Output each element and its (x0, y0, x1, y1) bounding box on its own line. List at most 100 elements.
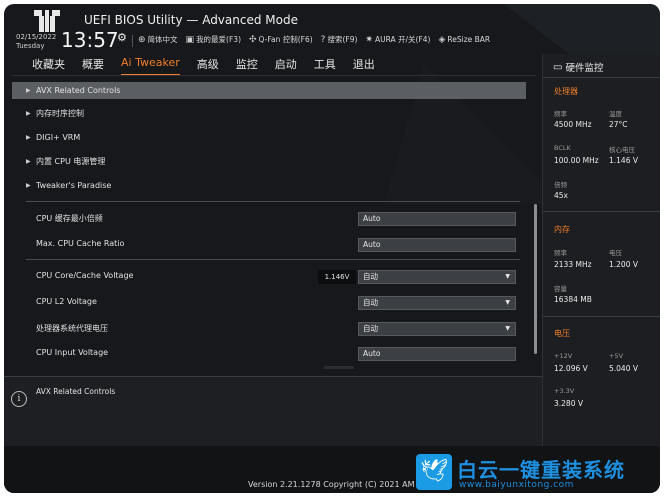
toolbar-item-label: AURA 开/关(F4) (374, 35, 431, 44)
tab-2[interactable]: Ai Tweaker (121, 56, 180, 75)
toolbar-item-fan[interactable]: ✣ Q-Fan 控制(F6) (249, 34, 313, 45)
chevron-down-icon: ▼ (505, 273, 510, 280)
setting-value-field[interactable]: Auto (358, 238, 516, 252)
info-icon: i (11, 391, 27, 407)
cpu-freq-value: 4500 MHz (554, 120, 592, 129)
mem-volt-label: 电压 (609, 249, 622, 257)
v33-label: +3.3V (554, 387, 575, 395)
v5-value: 5.040 V (609, 364, 638, 373)
toolbar-separator (132, 35, 133, 47)
section-divider (26, 201, 520, 202)
submenu-item[interactable]: ▶ DIGI+ VRM (12, 129, 526, 146)
setting-value: 自动 (363, 324, 378, 333)
submenu-item-label: 内存时序控制 (36, 109, 84, 118)
setting-label: CPU Input Voltage (36, 348, 109, 357)
tab-3[interactable]: 高级 (197, 56, 219, 75)
tab-6[interactable]: 工具 (314, 56, 336, 75)
mem-freq-label: 频率 (554, 249, 567, 257)
bird-logo-icon: 🕊 (416, 454, 452, 490)
monitor-title-divider (543, 77, 660, 78)
setting-value: Auto (363, 349, 381, 358)
gear-icon[interactable]: ⚙ (117, 31, 127, 44)
v12-label: +12V (554, 352, 573, 360)
toolbar-item-search[interactable]: ? 搜索(F9) (321, 34, 358, 45)
mem-capacity-label: 容量 (554, 285, 567, 293)
tab-1[interactable]: 概要 (82, 56, 104, 75)
setting-value: Auto (363, 214, 381, 223)
toolbar-item-label: ReSize BAR (447, 35, 491, 44)
scrollbar[interactable] (534, 204, 537, 354)
copyright-text: Version 2.21.1278 Copyright (C) 2021 AM (248, 480, 415, 489)
submenu-item-label: 内置 CPU 电源管理 (36, 157, 106, 166)
aura-icon: ✷ (365, 34, 373, 45)
toolbar: ⊕ 简体中文 ▣ 我的最爱(F3) ✣ Q-Fan 控制(F6) ? 搜索(F9) ✷ AURA … (138, 34, 490, 45)
setting-dropdown[interactable]: 自动 ▼ (358, 322, 516, 336)
mem-freq-value: 2133 MHz (554, 260, 592, 269)
tab-0[interactable]: 收藏夹 (32, 56, 65, 75)
submenu-item[interactable]: ▶ Tweaker's Paradise (12, 177, 526, 194)
submenu-item[interactable]: ▶ 内置 CPU 电源管理 (12, 153, 526, 170)
processor-heading: 处理器 (554, 87, 578, 96)
hardware-monitor-panel: ▭ 硬件监控 处理器 频率 温度 4500 MHz 27°C BCLK 核心电压… (542, 54, 660, 446)
chevron-down-icon: ▼ (505, 299, 510, 306)
setting-dropdown[interactable]: 自动 ▼ (358, 296, 516, 310)
cpu-temp-label: 温度 (609, 110, 622, 118)
core-voltage-value: 1.146 V (609, 156, 638, 165)
fan-icon: ✣ (249, 34, 257, 45)
setting-value-field[interactable]: Auto (358, 212, 516, 226)
ratio-label: 倍频 (554, 181, 567, 189)
tab-5[interactable]: 启动 (275, 56, 297, 75)
toolbar-item-favorites[interactable]: ▣ 我的最爱(F3) (186, 34, 241, 45)
chevron-right-icon: ▶ (26, 134, 31, 141)
processor-divider (543, 211, 660, 212)
toolbar-item-label: 简体中文 (147, 35, 178, 44)
setting-label: Max. CPU Cache Ratio (36, 239, 125, 248)
section-divider (26, 259, 520, 260)
app-title: UEFI BIOS Utility — Advanced Mode (84, 13, 298, 27)
favorites-icon: ▣ (185, 34, 195, 45)
watermark-url: www.baiyunxitong.com (459, 480, 574, 490)
setting-value: 自动 (363, 272, 378, 281)
submenu-item-label: AVX Related Controls (36, 86, 121, 95)
toolbar-item-label: 我的最爱(F3) (196, 35, 241, 44)
globe-icon: ⊕ (138, 34, 146, 45)
setting-label: CPU Core/Cache Voltage (36, 271, 134, 280)
submenu-item-label: DIGI+ VRM (36, 133, 81, 142)
submenu-item[interactable]: ▶ 内存时序控制 (12, 105, 526, 122)
resize-bar-icon: ◈ (438, 34, 446, 45)
monitor-title-text: 硬件监控 (565, 63, 604, 74)
help-text: AVX Related Controls (36, 387, 116, 396)
submenu-item[interactable]: ▶ AVX Related Controls (12, 82, 526, 99)
tab-4[interactable]: 监控 (236, 56, 258, 75)
watermark-brand: 白云一键重装系统 (457, 458, 625, 482)
setting-value: 自动 (363, 298, 378, 307)
bclk-label: BCLK (554, 144, 571, 152)
bios-window: UEFI BIOS Utility — Advanced Mode 02/15/… (4, 4, 660, 493)
memory-divider (543, 316, 660, 317)
chevron-down-icon: ▼ (505, 325, 510, 332)
cpu-temp-value: 27°C (609, 120, 628, 129)
voltage-readout: 1.146V (318, 270, 356, 284)
search-icon: ? (320, 34, 326, 45)
tab-7[interactable]: 退出 (353, 56, 375, 75)
clock: 13:57 (61, 28, 119, 52)
help-panel: i AVX Related Controls (4, 376, 542, 446)
setting-label: CPU L2 Voltage (36, 297, 97, 306)
setting-value-field[interactable]: Auto (358, 347, 516, 361)
memory-heading: 内存 (554, 225, 570, 234)
setting-label: CPU 缓存最小倍频 (36, 214, 103, 223)
toolbar-item-aura[interactable]: ✷ AURA 开/关(F4) (365, 34, 430, 45)
chevron-right-icon: ▶ (26, 87, 31, 94)
monitor-icon: ▭ (553, 61, 563, 73)
mem-capacity-value: 16384 MB (554, 295, 592, 304)
date-text: 02/15/2022 (16, 33, 57, 41)
voltage-heading: 电压 (554, 329, 570, 338)
scroll-indicator (324, 366, 354, 369)
toolbar-item-resize-bar[interactable]: ◈ ReSize BAR (438, 34, 490, 45)
chevron-right-icon: ▶ (26, 110, 31, 117)
toolbar-item-globe[interactable]: ⊕ 简体中文 (138, 34, 178, 45)
monitor-title: ▭ 硬件监控 (553, 60, 604, 75)
main-tabs: 收藏夹 概要 Ai Tweaker 高级 监控 启动 工具 退出 (32, 56, 392, 75)
submenu-item-label: Tweaker's Paradise (36, 181, 112, 190)
setting-dropdown[interactable]: 自动 ▼ (358, 270, 516, 284)
